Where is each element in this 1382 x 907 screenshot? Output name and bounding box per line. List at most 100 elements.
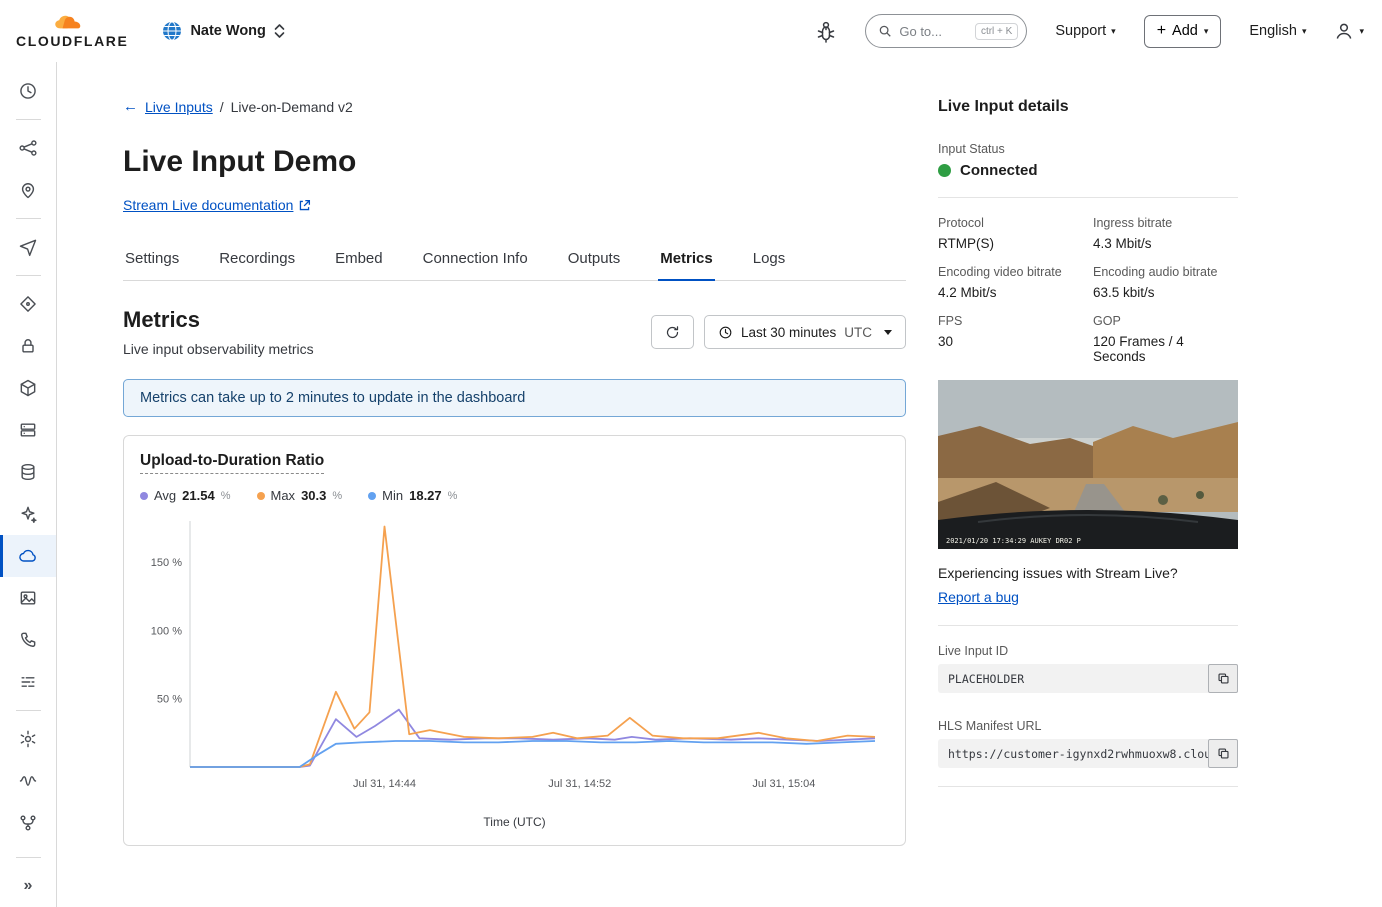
- sidebar-item-package[interactable]: [0, 367, 56, 409]
- hls-manifest-url-value[interactable]: https://customer-igynxd2rwhmuoxw8.cloudf: [938, 739, 1208, 768]
- sidebar-item-ssl[interactable]: [0, 325, 56, 367]
- sidebar-collapse-button[interactable]: »: [0, 865, 56, 907]
- svg-text:50 %: 50 %: [157, 694, 182, 706]
- chevron-down-icon: ▾: [1302, 26, 1307, 37]
- send-icon: [18, 237, 38, 257]
- input-status-label: Input Status: [938, 142, 1238, 156]
- sidebar-item-pipelines[interactable]: [0, 661, 56, 703]
- global-search[interactable]: ctrl + K: [865, 14, 1027, 48]
- language-label: English: [1249, 23, 1297, 39]
- stream-documentation-link[interactable]: Stream Live documentation: [123, 197, 311, 213]
- sidebar-item-images[interactable]: [0, 577, 56, 619]
- server-icon: [18, 420, 38, 440]
- sidebar-divider: [16, 119, 41, 120]
- cloudflare-cloud-icon: [49, 14, 95, 32]
- sidebar-item-database[interactable]: [0, 451, 56, 493]
- sidebar-item-send[interactable]: [0, 226, 56, 268]
- field-label: FPS: [938, 314, 1083, 328]
- sidebar-divider: [16, 275, 41, 276]
- account-switcher[interactable]: Nate Wong: [154, 15, 292, 47]
- sidebar-item-fork[interactable]: [0, 802, 56, 844]
- tab-connection-info[interactable]: Connection Info: [421, 239, 530, 280]
- time-range-dropdown[interactable]: Last 30 minutes UTC: [704, 315, 906, 349]
- chart-card: Upload-to-Duration Ratio Avg 21.54 % Max…: [123, 435, 906, 846]
- legend-value: 30.3: [301, 488, 326, 503]
- tab-recordings[interactable]: Recordings: [217, 239, 297, 280]
- copy-live-input-id-button[interactable]: [1208, 664, 1238, 693]
- field-ingress-bitrate: Ingress bitrate 4.3 Mbit/s: [1093, 216, 1238, 251]
- lock-icon: [18, 336, 38, 356]
- info-banner: Metrics can take up to 2 minutes to upda…: [123, 379, 906, 417]
- sidebar-item-ai[interactable]: [0, 493, 56, 535]
- breadcrumb-live-inputs-link[interactable]: Live Inputs: [145, 99, 213, 115]
- hls-manifest-url-label: HLS Manifest URL: [938, 719, 1238, 733]
- legend-label: Avg: [154, 488, 176, 503]
- chevron-down-icon: ▾: [1204, 26, 1209, 37]
- clock-icon: [718, 325, 733, 340]
- doc-link-label: Stream Live documentation: [123, 197, 293, 213]
- top-header: CLOUDFLARE Nate Wong: [0, 0, 1382, 62]
- add-label: Add: [1172, 23, 1198, 39]
- sidebar-item-calls[interactable]: [0, 619, 56, 661]
- field-value: 4.2 Mbit/s: [938, 285, 1083, 300]
- tab-metrics[interactable]: Metrics: [658, 239, 715, 281]
- language-menu[interactable]: English ▾: [1249, 23, 1306, 39]
- sidebar-item-stream[interactable]: [0, 535, 56, 577]
- sidebar-item-server[interactable]: [0, 409, 56, 451]
- field-label: Encoding video bitrate: [938, 265, 1083, 279]
- copy-hls-url-button[interactable]: [1208, 739, 1238, 768]
- cloudflare-logo[interactable]: CLOUDFLARE: [16, 14, 128, 49]
- image-icon: [18, 588, 38, 608]
- search-input[interactable]: [899, 24, 968, 39]
- sidebar-item-settings[interactable]: [0, 718, 56, 760]
- location-pin-icon: [18, 180, 38, 200]
- legend-label: Max: [271, 488, 296, 503]
- field-gop: GOP 120 Frames / 4 Seconds: [1093, 314, 1238, 364]
- chart-legend: Avg 21.54 % Max 30.3 % Min 18.27 %: [140, 488, 889, 503]
- tab-logs[interactable]: Logs: [751, 239, 788, 280]
- chart-title: Upload-to-Duration Ratio: [140, 452, 324, 474]
- report-a-bug-link[interactable]: Report a bug: [938, 589, 1019, 605]
- field-value: 120 Frames / 4 Seconds: [1093, 334, 1238, 364]
- live-video-preview[interactable]: 2021/01/20 17:34:29 AUKEY DR02 P: [938, 380, 1238, 549]
- legend-unit: %: [448, 490, 458, 502]
- field-label: Encoding audio bitrate: [1093, 265, 1238, 279]
- legend-item-max: Max 30.3 %: [257, 488, 343, 503]
- tab-outputs[interactable]: Outputs: [566, 239, 623, 280]
- bug-icon[interactable]: [815, 19, 837, 43]
- sidebar-item-clock[interactable]: [0, 70, 56, 112]
- video-timestamp-overlay: 2021/01/20 17:34:29 AUKEY DR02 P: [946, 537, 1081, 545]
- external-link-icon: [298, 199, 311, 212]
- sparkle-icon: [18, 504, 38, 524]
- field-fps: FPS 30: [938, 314, 1083, 364]
- metrics-subheading: Live input observability metrics: [123, 341, 314, 357]
- fork-icon: [18, 813, 38, 833]
- add-button[interactable]: + Add ▾: [1144, 15, 1222, 48]
- gear-icon: [18, 729, 38, 749]
- divider: [938, 197, 1238, 198]
- sidebar-item-locations[interactable]: [0, 169, 56, 211]
- field-label: Protocol: [938, 216, 1083, 230]
- live-input-id-field: PLACEHOLDER: [938, 664, 1238, 693]
- sidebar-divider: [16, 218, 41, 219]
- sidebar-item-audit[interactable]: [0, 760, 56, 802]
- support-menu[interactable]: Support ▾: [1055, 23, 1115, 39]
- field-label: GOP: [1093, 314, 1238, 328]
- cloud-icon: [18, 546, 38, 566]
- account-name: Nate Wong: [190, 23, 265, 39]
- sidebar-item-network[interactable]: [0, 127, 56, 169]
- field-value: 30: [938, 334, 1083, 349]
- sidebar-item-tag[interactable]: [0, 283, 56, 325]
- brand-text: CLOUDFLARE: [16, 33, 128, 49]
- breadcrumb-separator: /: [220, 99, 224, 115]
- plus-icon: +: [1157, 23, 1166, 39]
- sidebar-divider: [16, 857, 41, 858]
- live-input-id-value[interactable]: PLACEHOLDER: [938, 664, 1208, 693]
- tab-settings[interactable]: Settings: [123, 239, 181, 280]
- sort-chevrons-icon: [274, 23, 285, 39]
- user-menu[interactable]: ▾: [1334, 21, 1364, 41]
- refresh-button[interactable]: [651, 315, 694, 349]
- legend-item-min: Min 18.27 %: [368, 488, 457, 503]
- tab-embed[interactable]: Embed: [333, 239, 385, 280]
- pipeline-icon: [18, 672, 38, 692]
